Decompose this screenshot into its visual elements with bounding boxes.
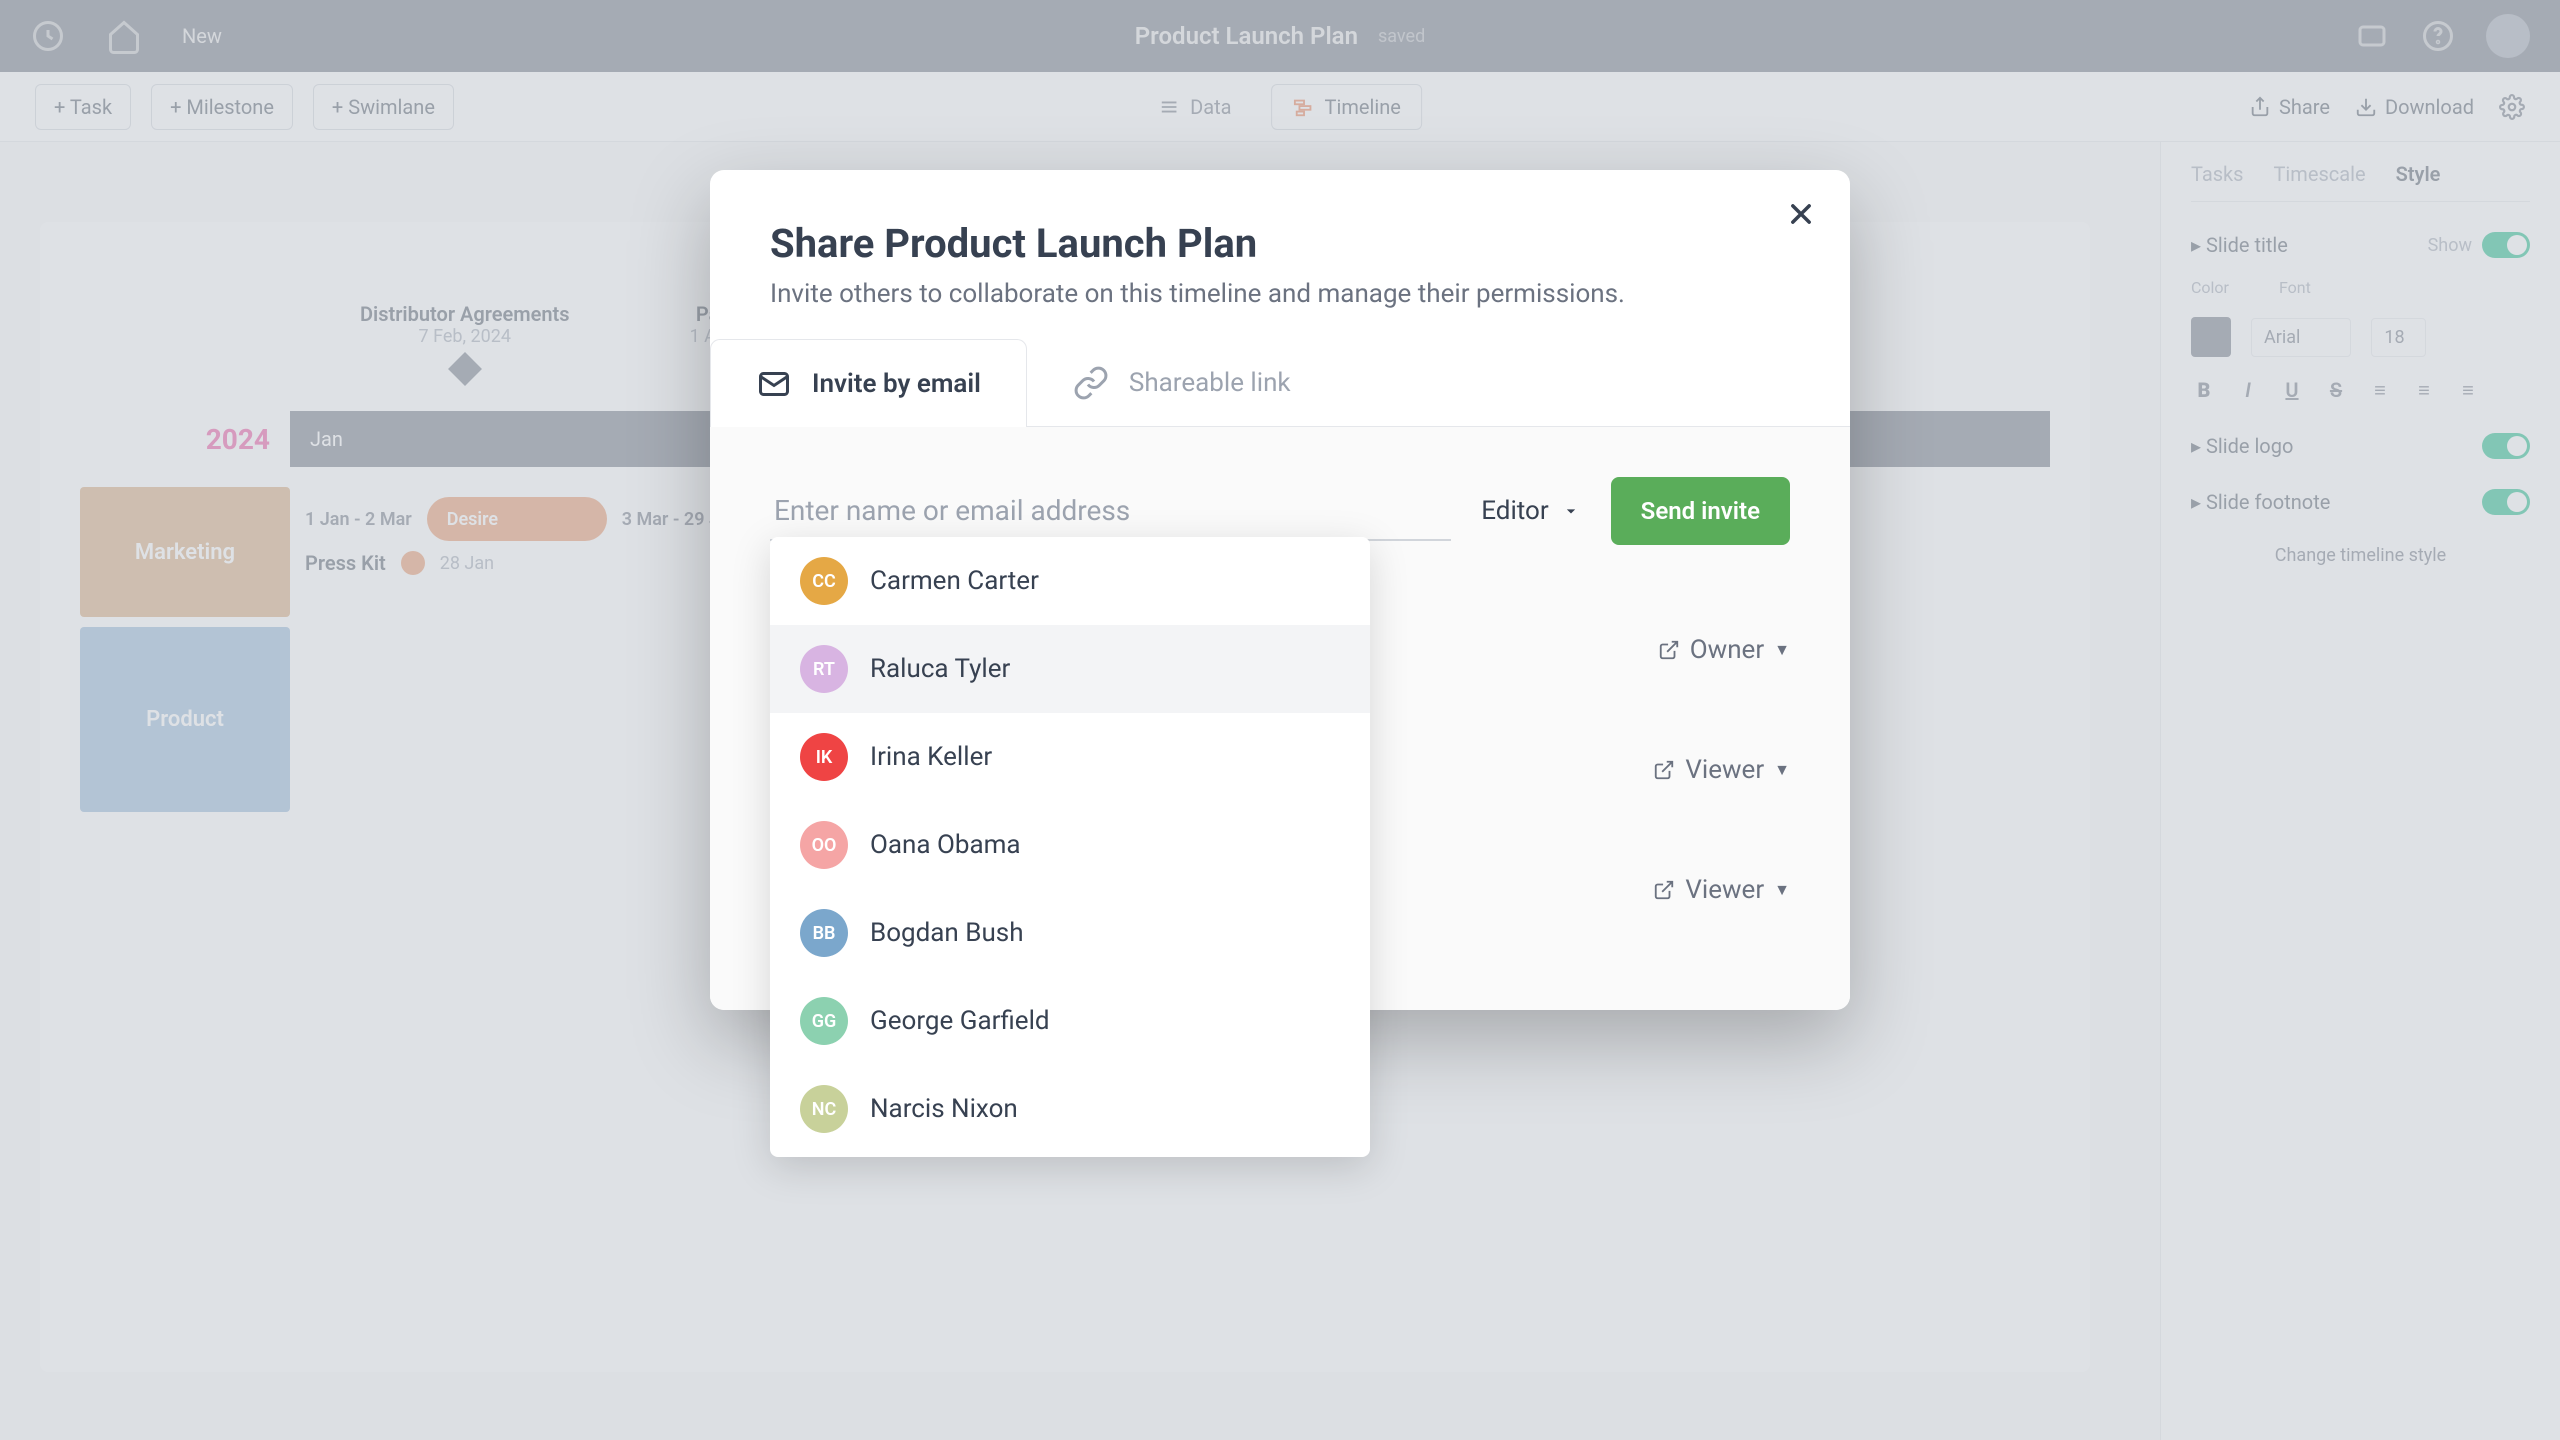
modal-title: Share Product Launch Plan <box>770 220 1790 267</box>
caret-down-icon: ▼ <box>1774 640 1790 660</box>
member-role[interactable]: Viewer ▼ <box>1653 875 1790 905</box>
user-name: Bogdan Bush <box>870 918 1024 948</box>
autocomplete-item[interactable]: GG George Garfield <box>770 977 1370 1065</box>
invite-input[interactable] <box>770 482 1451 541</box>
tab-email-label: Invite by email <box>812 369 981 399</box>
tab-shareable-link[interactable]: Shareable link <box>1027 339 1337 426</box>
send-invite-button[interactable]: Send invite <box>1611 477 1790 545</box>
user-avatar: NC <box>800 1085 848 1133</box>
member-role[interactable]: Viewer ▼ <box>1653 755 1790 785</box>
role-select[interactable]: Editor <box>1471 496 1590 526</box>
user-name: Irina Keller <box>870 742 992 772</box>
role-label: Editor <box>1481 496 1548 526</box>
user-avatar: IK <box>800 733 848 781</box>
caret-down-icon: ▼ <box>1774 760 1790 780</box>
user-name: Carmen Carter <box>870 566 1039 596</box>
chevron-down-icon <box>1561 501 1581 521</box>
user-avatar: BB <box>800 909 848 957</box>
tab-invite-email[interactable]: Invite by email <box>710 339 1027 427</box>
autocomplete-dropdown: CC Carmen Carter RT Raluca Tyler IK Irina Kel… <box>770 537 1370 1157</box>
autocomplete-item[interactable]: BB Bogdan Bush <box>770 889 1370 977</box>
caret-down-icon: ▼ <box>1774 880 1790 900</box>
autocomplete-item[interactable]: NC Narcis Nixon <box>770 1065 1370 1153</box>
external-link-icon <box>1653 879 1675 901</box>
modal-subtitle: Invite others to collaborate on this tim… <box>770 279 1790 309</box>
role-text: Viewer <box>1685 875 1764 905</box>
tab-link-label: Shareable link <box>1129 368 1291 398</box>
modal-overlay[interactable]: Share Product Launch Plan Invite others … <box>0 0 2560 1440</box>
link-icon <box>1073 365 1109 401</box>
autocomplete-item[interactable]: OO Oana Obama <box>770 801 1370 889</box>
user-name: George Garfield <box>870 1006 1050 1036</box>
user-name: Oana Obama <box>870 830 1021 860</box>
share-modal: Share Product Launch Plan Invite others … <box>710 170 1850 1010</box>
user-avatar: GG <box>800 997 848 1045</box>
autocomplete-item[interactable]: RT Raluca Tyler <box>770 625 1370 713</box>
external-link-icon <box>1653 759 1675 781</box>
autocomplete-item[interactable]: IK Irina Keller <box>770 713 1370 801</box>
user-name: Narcis Nixon <box>870 1094 1018 1124</box>
close-icon <box>1787 200 1815 228</box>
user-avatar: CC <box>800 557 848 605</box>
role-text: Viewer <box>1685 755 1764 785</box>
user-avatar: RT <box>800 645 848 693</box>
close-button[interactable] <box>1787 200 1815 228</box>
member-role[interactable]: Owner ▼ <box>1658 635 1790 665</box>
autocomplete-item[interactable]: CC Carmen Carter <box>770 537 1370 625</box>
external-link-icon <box>1658 639 1680 661</box>
mail-icon <box>756 366 792 402</box>
autocomplete-item[interactable]: BSBogdan Stone <box>770 1153 1370 1157</box>
user-name: Raluca Tyler <box>870 654 1010 684</box>
user-avatar: OO <box>800 821 848 869</box>
role-text: Owner <box>1690 635 1764 665</box>
